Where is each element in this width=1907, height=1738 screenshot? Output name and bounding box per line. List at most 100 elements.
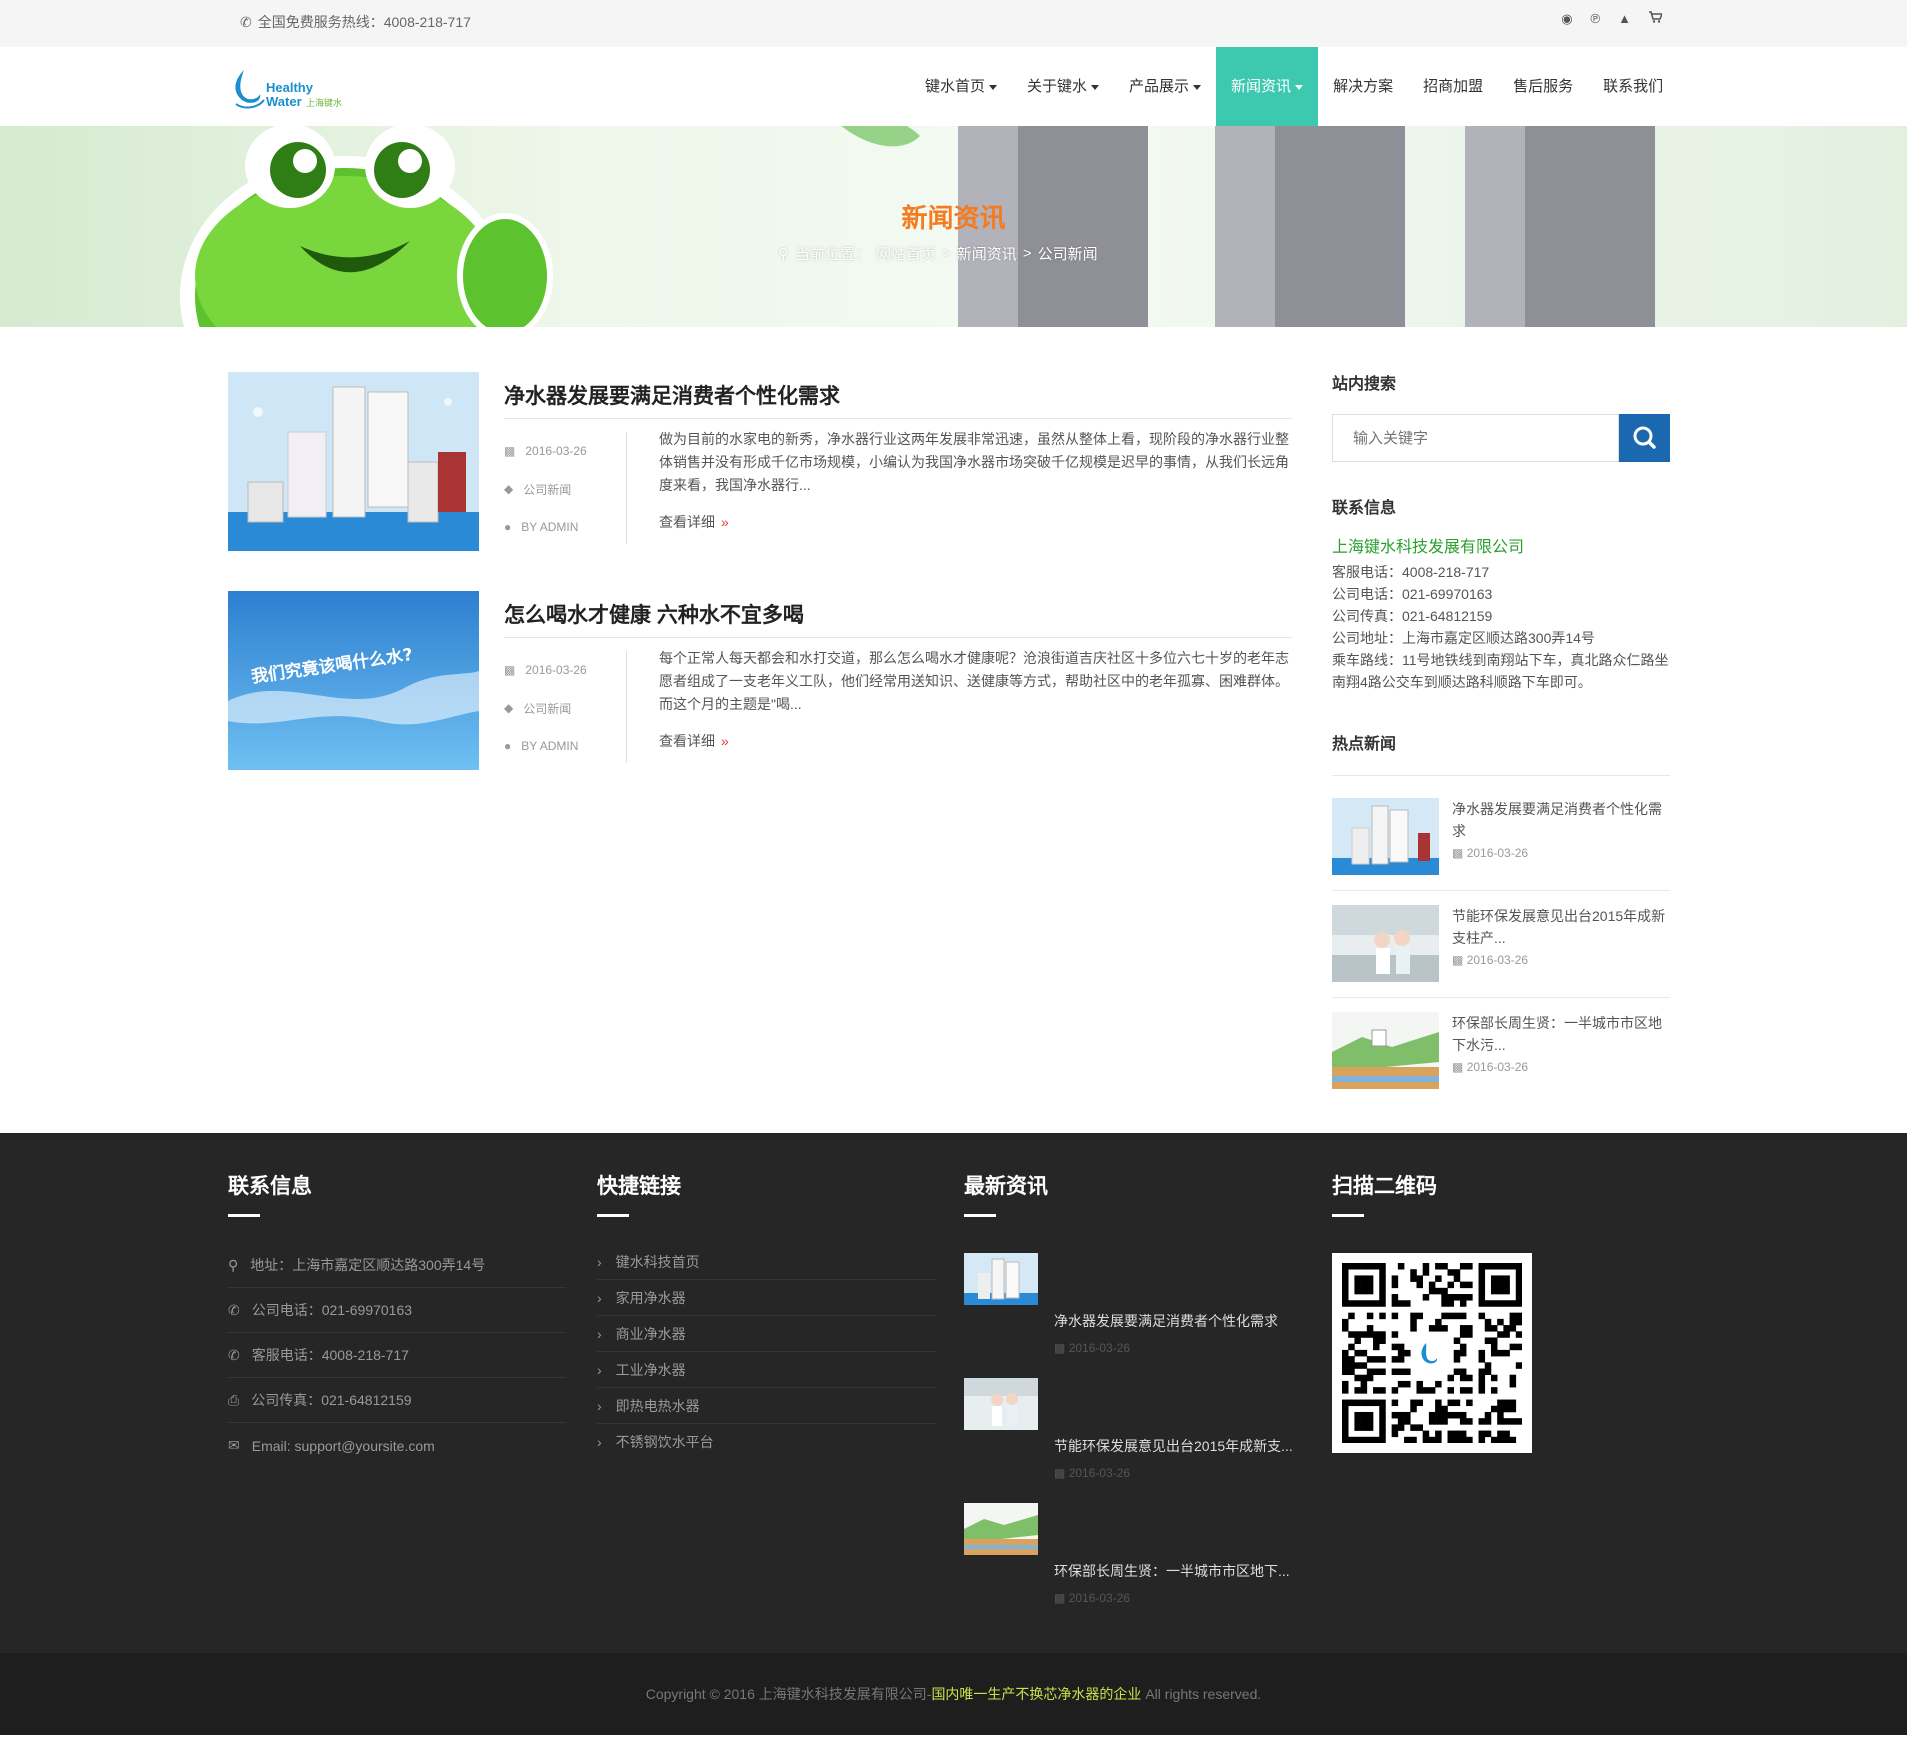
breadcrumb-section[interactable]: 新闻资讯 (957, 243, 1017, 264)
footer-contact-heading: 联系信息 (228, 1170, 312, 1217)
footer-link[interactable]: › 不锈钢饮水平台 (597, 1424, 935, 1460)
nav-item[interactable]: 产品展示 (1114, 47, 1216, 126)
hot-news-thumbnail[interactable] (1332, 1012, 1439, 1089)
footer-link[interactable]: › 商业净水器 (597, 1316, 935, 1352)
search-icon (1633, 426, 1656, 449)
footer-news-thumbnail[interactable] (964, 1503, 1038, 1555)
footer-news-item: 环保部长周生贤：一半城市市区地下... ▩ 2016-03-26 (964, 1503, 1294, 1613)
post-title[interactable]: 净水器发展要满足消费者个性化需求 (504, 380, 840, 410)
footer-link[interactable]: › 键水科技首页 (597, 1244, 935, 1280)
post-item: 净水器发展要满足消费者个性化需求 ▩ 2016-03-26 ◆ 公司新闻 ● BY A… (228, 372, 1293, 552)
contact-line: 公司传真：021-64812159 (1332, 608, 1493, 624)
calendar-icon: ▩ (504, 444, 516, 458)
nav-item[interactable]: 关于键水 (1012, 47, 1114, 126)
double-chevron-icon: » (721, 733, 729, 749)
chevron-right-icon: › (597, 1361, 602, 1378)
chevron-right-icon: › (597, 1289, 602, 1306)
caret-down-icon (989, 84, 998, 90)
double-chevron-icon: » (721, 514, 729, 530)
hot-news-item[interactable]: 净水器发展要满足消费者个性化需求 ▩ 2016-03-26 (1332, 798, 1670, 876)
calendar-icon: ▩ (1054, 1591, 1066, 1605)
footer-news-title[interactable]: 节能环保发展意见出台2015年成新支... (1054, 1436, 1294, 1456)
hot-news-date: 2016-03-26 (1466, 953, 1529, 967)
main-nav: 键水首页 关于键水 产品展示 新闻资讯 解决方案 招商加盟 售后服务 联系我们 (910, 47, 1678, 126)
footer-link[interactable]: › 家用净水器 (597, 1280, 935, 1316)
logo-line2: Water (266, 94, 302, 109)
divider (504, 637, 1292, 638)
search-title: 站内搜索 (1332, 376, 1397, 393)
page-banner: 新闻资讯 ⚲ 当前位置： 网站首页 > 新闻资讯 > 公司新闻 (0, 126, 1907, 327)
contact-info: 上海键水科技发展有限公司 客服电话：4008-218-717 公司电话：021-… (1332, 537, 1670, 693)
contact-title: 联系信息 (1332, 500, 1397, 517)
weibo-icon[interactable]: ◉ (1561, 11, 1572, 27)
post-meta: ▩ 2016-03-26 ◆ 公司新闻 ● BY ADMIN (504, 444, 587, 534)
cart-icon[interactable] (1649, 11, 1662, 27)
hot-news-thumbnail[interactable] (1332, 905, 1439, 982)
site-header: Healthy Water 上海键水 键水首页 关于键水 产品展示 新闻资讯 解决方案招… (0, 47, 1907, 126)
qr-code (1332, 1253, 1532, 1453)
hot-news-title-link[interactable]: 环保部长周生贤：一半城市市区地下水污... (1452, 1012, 1670, 1056)
contact-line: 公司地址：上海市嘉定区顺达路300弄14号 (1332, 630, 1595, 646)
divider (1332, 775, 1670, 776)
footer-news-heading: 最新资讯 (964, 1170, 1048, 1217)
footer-link[interactable]: › 工业净水器 (597, 1352, 935, 1388)
map-marker-icon: ⚲ (778, 245, 789, 263)
pinterest-icon[interactable]: ℗ (1591, 11, 1601, 27)
post-title[interactable]: 怎么喝水才健康 六种水不宜多喝 (504, 599, 804, 629)
footer-news-item: 节能环保发展意见出台2015年成新支... ▩ 2016-03-26 (964, 1378, 1294, 1488)
heading-underline (964, 1214, 996, 1217)
post-thumbnail[interactable] (228, 372, 479, 551)
footer-news-title[interactable]: 净水器发展要满足消费者个性化需求 (1054, 1311, 1294, 1331)
qq-icon[interactable]: ▲ (1618, 11, 1631, 27)
nav-item[interactable]: 键水首页 (910, 47, 1012, 126)
read-more-link[interactable]: 查看详细» (659, 731, 729, 751)
search-button[interactable] (1619, 414, 1670, 462)
nav-item[interactable]: 售后服务 (1498, 47, 1588, 126)
footer-news-thumbnail[interactable] (964, 1378, 1038, 1430)
read-more-link[interactable]: 查看详细» (659, 512, 729, 532)
calendar-icon: ▩ (1452, 846, 1464, 860)
nav-item[interactable]: 联系我们 (1588, 47, 1678, 126)
copyright-highlight: 国内唯一生产不换芯净水器的企业 (931, 1686, 1142, 1702)
divider (626, 432, 627, 544)
breadcrumb-current: 公司新闻 (1037, 246, 1098, 263)
footer-news-item: 净水器发展要满足消费者个性化需求 ▩ 2016-03-26 (964, 1253, 1294, 1363)
envelope-icon: ✉ (228, 1437, 240, 1453)
chevron-right-icon: › (597, 1253, 602, 1270)
social-icons: ◉ ℗ ▲ (1561, 11, 1662, 27)
hot-news-item[interactable]: 环保部长周生贤：一半城市市区地下水污... ▩ 2016-03-26 (1332, 1012, 1670, 1090)
heading-underline (1332, 1214, 1364, 1217)
hot-news-title-link[interactable]: 节能环保发展意见出台2015年成新支柱产... (1452, 905, 1670, 949)
chevron-right-icon: › (597, 1325, 602, 1342)
contact-line: 客服电话：4008-218-717 (1332, 564, 1490, 580)
nav-item[interactable]: 新闻资讯 (1216, 47, 1319, 126)
post-item: 我们究竟该喝什么水? 怎么喝水才健康 六种水不宜多喝 ▩ 2016-03-26 ◆… (228, 591, 1293, 771)
qr-code-image (1342, 1263, 1522, 1443)
nav-item[interactable]: 解决方案 (1318, 47, 1408, 126)
page-title: 新闻资讯 (901, 203, 1006, 233)
calendar-icon: ▩ (1452, 953, 1464, 967)
footer-contact-item: ✉ Email: support@yoursite.com (228, 1437, 435, 1454)
hot-news-thumbnail[interactable] (1332, 798, 1439, 875)
footer-news-title[interactable]: 环保部长周生贤：一半城市市区地下... (1054, 1561, 1294, 1581)
user-icon: ● (504, 520, 512, 534)
search-input[interactable] (1332, 414, 1619, 462)
divider (626, 651, 627, 763)
hot-news-title-link[interactable]: 净水器发展要满足消费者个性化需求 (1452, 798, 1670, 842)
logo-cn: 上海键水 (306, 97, 342, 109)
top-bar: ✆ 全国免费服务热线：4008-218-717 ◉ ℗ ▲ (0, 0, 1907, 47)
footer-contact-item: ⎙ 公司传真：021-64812159 (228, 1378, 566, 1423)
hot-news-item[interactable]: 节能环保发展意见出台2015年成新支柱产... ▩ 2016-03-26 (1332, 905, 1670, 983)
breadcrumb-home[interactable]: 网站首页 (876, 243, 936, 264)
fax-icon: ⎙ (228, 1391, 240, 1408)
hot-news-date: 2016-03-26 (1466, 1060, 1529, 1074)
copyright-bar: Copyright © 2016 上海键水科技发展有限公司-国内唯一生产不换芯净… (0, 1653, 1907, 1735)
phone-icon: ✆ (228, 1346, 240, 1363)
tag-icon: ◆ (504, 482, 514, 496)
logo[interactable]: Healthy Water 上海键水 (228, 64, 348, 110)
nav-item[interactable]: 招商加盟 (1408, 47, 1498, 126)
footer-contact-item: ⚲ 地址：上海市嘉定区顺达路300弄14号 (228, 1243, 566, 1288)
footer-news-thumbnail[interactable] (964, 1253, 1038, 1305)
post-thumbnail[interactable]: 我们究竟该喝什么水? (228, 591, 479, 770)
footer-link[interactable]: › 即热电热水器 (597, 1388, 935, 1424)
